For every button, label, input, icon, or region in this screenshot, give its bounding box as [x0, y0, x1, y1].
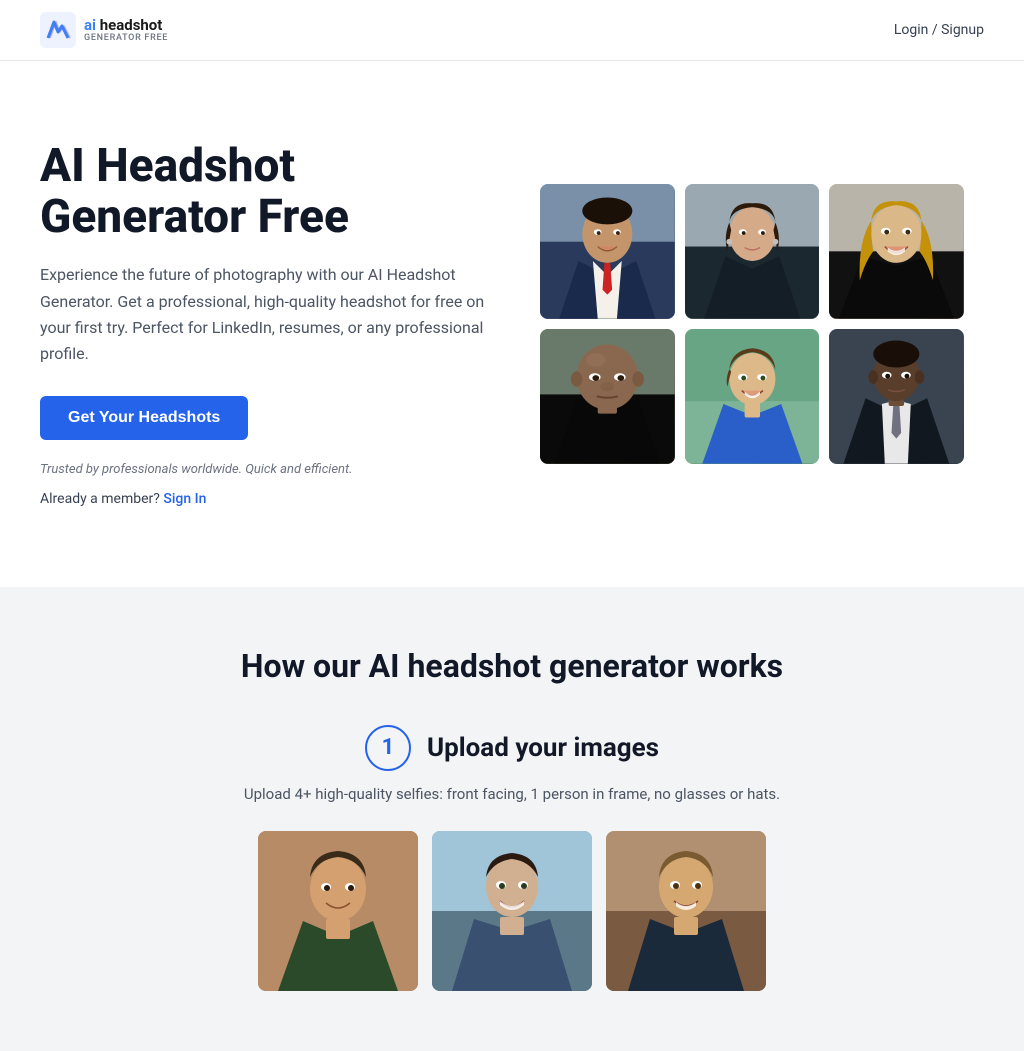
logo-icon — [40, 12, 76, 48]
signin-link[interactable]: Sign In — [163, 491, 206, 507]
headshot-1 — [540, 184, 675, 319]
logo-name: ai headshot — [84, 17, 168, 34]
step-1-label: Upload your images — [427, 733, 659, 763]
headshot-3 — [829, 184, 964, 319]
how-it-works-title: How our AI headshot generator works — [40, 647, 984, 685]
nav-auth-link[interactable]: Login / Signup — [894, 22, 984, 38]
get-headshots-button[interactable]: Get Your Headshots — [40, 396, 248, 440]
hero-description: Experience the future of photography wit… — [40, 262, 500, 368]
signin-prompt: Already a member? Sign In — [40, 491, 500, 507]
sample-photos — [258, 831, 766, 991]
sample-photo-3 — [606, 831, 766, 991]
headshot-grid — [540, 184, 964, 463]
headshot-5 — [685, 329, 820, 464]
hero-title: AI Headshot Generator Free — [40, 141, 500, 242]
headshot-6 — [829, 329, 964, 464]
trust-text: Trusted by professionals worldwide. Quic… — [40, 462, 500, 477]
step-1: 1 Upload your images Upload 4+ high-qual… — [40, 725, 984, 991]
logo-text: ai headshot GENERATOR FREE — [84, 17, 168, 44]
how-it-works-section: How our AI headshot generator works 1 Up… — [0, 587, 1024, 1051]
step-1-header: 1 Upload your images — [365, 725, 659, 771]
hero-section: AI Headshot Generator Free Experience th… — [0, 61, 1024, 587]
headshot-4 — [540, 329, 675, 464]
step-1-description: Upload 4+ high-quality selfies: front fa… — [244, 785, 780, 803]
site-header: ai headshot GENERATOR FREE Login / Signu… — [0, 0, 1024, 61]
hero-content: AI Headshot Generator Free Experience th… — [40, 141, 500, 507]
headshot-2 — [685, 184, 820, 319]
logo-subtitle: GENERATOR FREE — [84, 33, 168, 43]
logo[interactable]: ai headshot GENERATOR FREE — [40, 12, 168, 48]
sample-photo-2 — [432, 831, 592, 991]
step-1-number: 1 — [365, 725, 411, 771]
sample-photo-1 — [258, 831, 418, 991]
